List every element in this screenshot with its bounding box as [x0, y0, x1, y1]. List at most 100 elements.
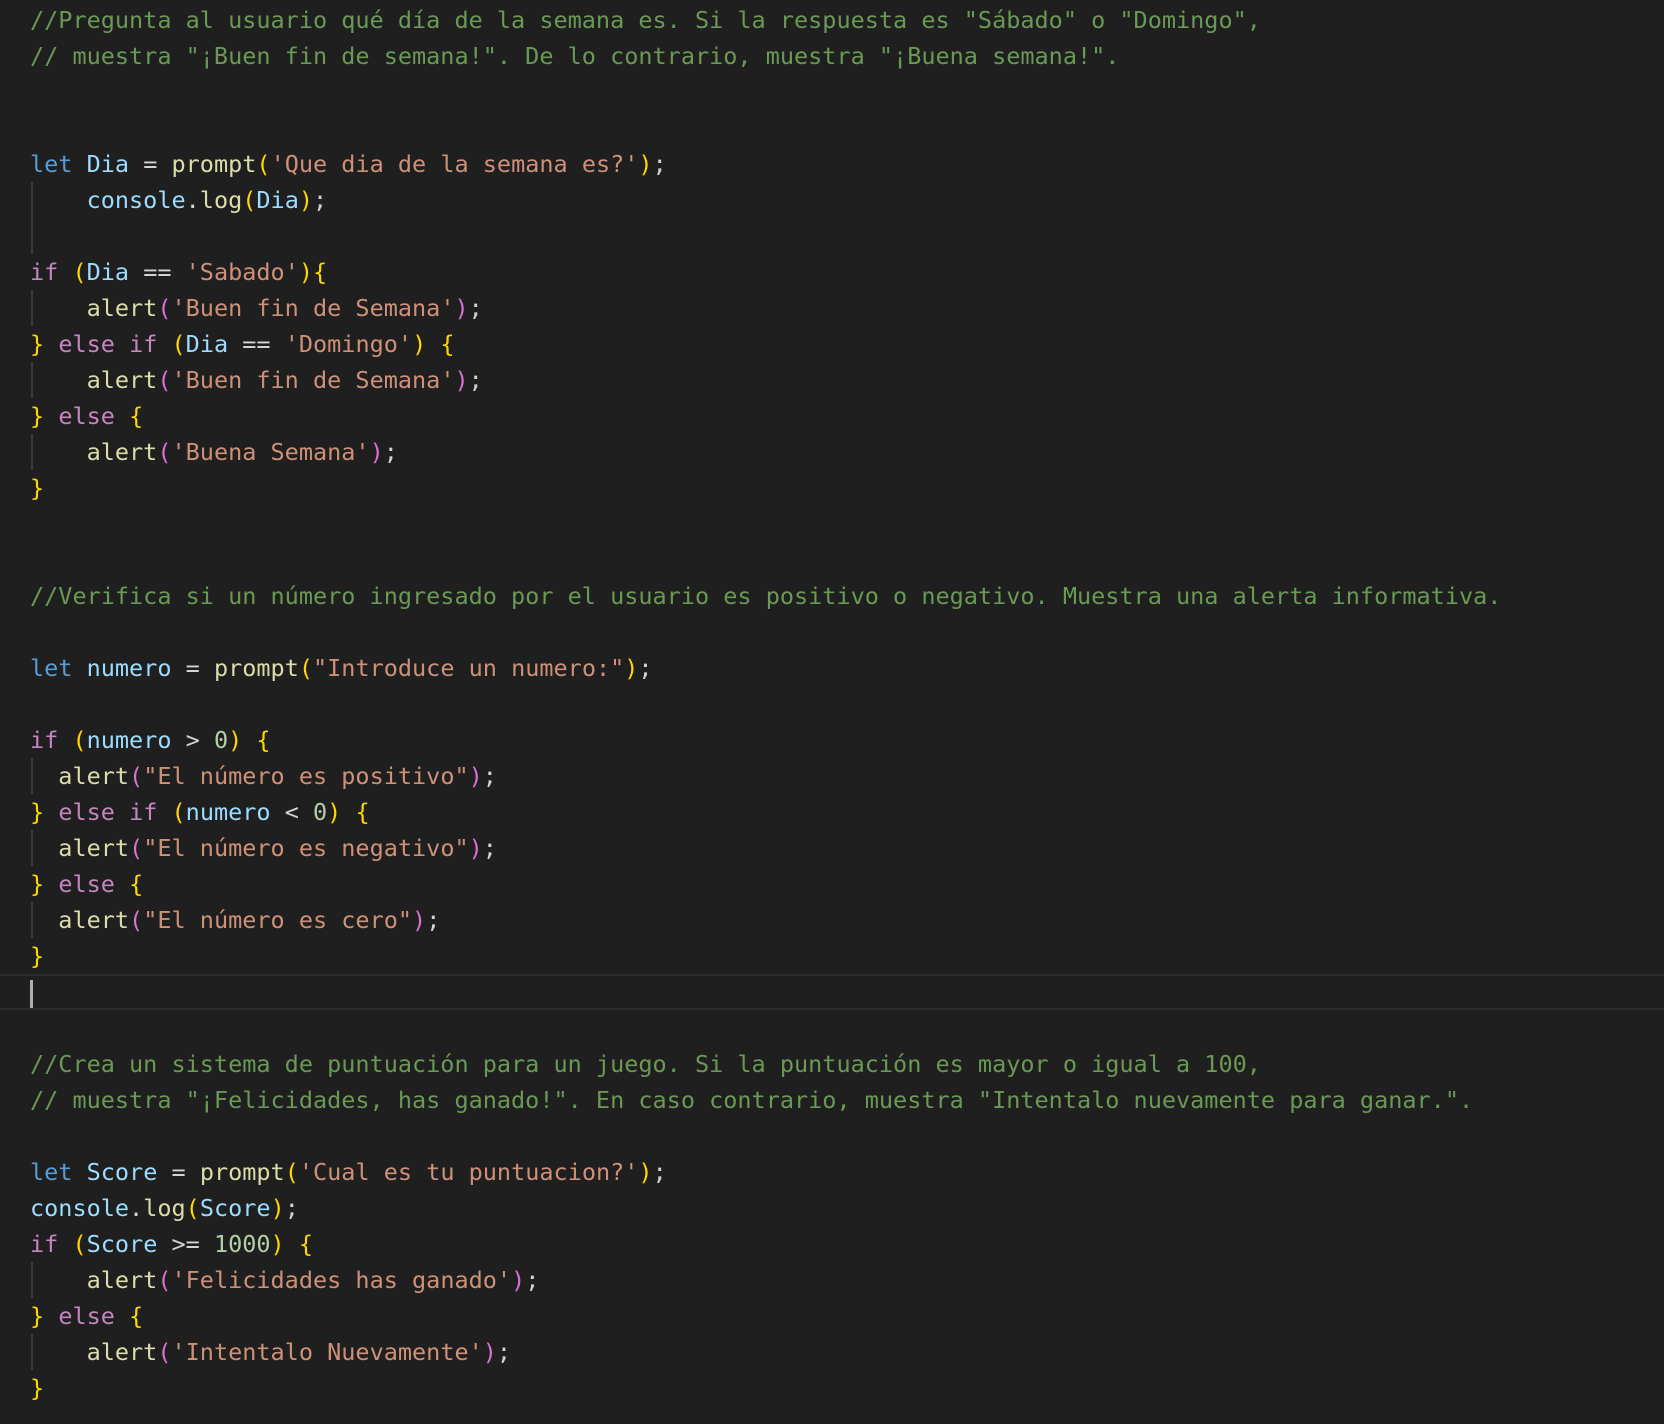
code-line[interactable]: } else if (numero < 0) {	[0, 794, 1664, 830]
code-token: alert	[86, 366, 158, 394]
code-line[interactable]	[0, 614, 1664, 650]
code-token: {	[298, 1230, 314, 1258]
code-line[interactable]: } else {	[0, 1298, 1664, 1334]
code-line[interactable]: console.log(Dia);	[0, 182, 1664, 218]
code-token: (	[72, 258, 87, 286]
code-line[interactable]	[0, 1010, 1664, 1046]
code-line[interactable]: console.log(Score);	[0, 1190, 1664, 1226]
code-token: Score	[199, 1194, 271, 1222]
code-token: ;	[638, 654, 653, 682]
code-line[interactable]: }	[0, 1370, 1664, 1406]
code-token: (	[298, 654, 313, 682]
code-token: (	[171, 330, 186, 358]
code-line[interactable]: alert("El número es negativo");	[0, 830, 1664, 866]
code-line[interactable]: if (Score >= 1000) {	[0, 1226, 1664, 1262]
code-line[interactable]: //Crea un sistema de puntuación para un …	[0, 1046, 1664, 1082]
code-token: else	[58, 330, 115, 358]
code-token: "El número es cero"	[143, 906, 413, 934]
code-line[interactable]: // muestra "¡Felicidades, has ganado!". …	[0, 1082, 1664, 1118]
code-token: (	[129, 906, 144, 934]
code-token: 0	[313, 798, 328, 826]
code-line[interactable]	[0, 1118, 1664, 1154]
code-token: if	[30, 258, 59, 286]
code-line[interactable]: } else if (Dia == 'Domingo') {	[0, 326, 1664, 362]
code-line[interactable]	[0, 110, 1664, 146]
code-token: }	[30, 402, 45, 430]
code-line[interactable]: alert('Buen fin de Semana');	[0, 362, 1664, 398]
code-token: (	[171, 798, 186, 826]
code-token: log	[143, 1194, 186, 1222]
code-editor[interactable]: //Pregunta al usuario qué día de la sema…	[0, 0, 1664, 1424]
code-token: }	[30, 330, 45, 358]
code-line[interactable]	[0, 218, 1664, 254]
code-token: // muestra "¡Buen fin de semana!". De lo…	[30, 42, 1120, 70]
code-line[interactable]: if (numero > 0) {	[0, 722, 1664, 758]
code-token: )	[638, 150, 653, 178]
code-token: numero	[86, 654, 172, 682]
code-line[interactable]: alert('Felicidades has ganado');	[0, 1262, 1664, 1298]
code-line[interactable]: alert("El número es positivo");	[0, 758, 1664, 794]
text-cursor	[30, 980, 33, 1008]
code-token: )	[454, 366, 469, 394]
code-token: prompt	[199, 1158, 285, 1186]
code-line[interactable]: alert("El número es cero");	[0, 902, 1664, 938]
code-token: alert	[86, 1266, 158, 1294]
code-token: ;	[496, 1338, 512, 1366]
code-token: }	[30, 798, 45, 826]
code-token: {	[313, 258, 328, 286]
code-token: 0	[213, 726, 229, 754]
code-line[interactable]: }	[0, 938, 1664, 974]
code-token: alert	[58, 906, 130, 934]
indent-guide	[31, 290, 33, 326]
code-token: }	[30, 942, 45, 970]
code-line[interactable]: if (Dia == 'Sabado'){	[0, 254, 1664, 290]
code-line[interactable]	[0, 542, 1664, 578]
code-token: alert	[58, 762, 130, 790]
code-token: )	[624, 654, 639, 682]
code-line[interactable]: //Pregunta al usuario qué día de la sema…	[0, 2, 1664, 38]
code-token: }	[30, 474, 45, 502]
code-token: "Introduce un numero:"	[313, 654, 625, 682]
code-line[interactable]: // muestra "¡Buen fin de semana!". De lo…	[0, 38, 1664, 74]
code-token: )	[468, 834, 483, 862]
code-line[interactable]: }	[0, 470, 1664, 506]
code-token: if	[129, 330, 158, 358]
code-line[interactable]	[0, 506, 1664, 542]
code-line[interactable]: let Dia = prompt('Que dia de la semana e…	[0, 146, 1664, 182]
code-line[interactable]: alert('Intentalo Nuevamente');	[0, 1334, 1664, 1370]
code-token: (	[284, 1158, 299, 1186]
code-line[interactable]	[0, 74, 1664, 110]
code-token: alert	[86, 438, 158, 466]
code-token: Dia	[86, 150, 130, 178]
code-line[interactable]: let Score = prompt('Cual es tu puntuacio…	[0, 1154, 1664, 1190]
code-line[interactable]: alert('Buena Semana');	[0, 434, 1664, 470]
code-token: else	[58, 798, 115, 826]
code-line[interactable]	[0, 974, 1664, 1010]
code-line[interactable]: alert('Buen fin de Semana');	[0, 290, 1664, 326]
code-line[interactable]: } else {	[0, 866, 1664, 902]
code-line[interactable]	[0, 686, 1664, 722]
code-line[interactable]: } else {	[0, 398, 1664, 434]
code-token: prompt	[171, 150, 257, 178]
code-token: "El número es positivo"	[143, 762, 469, 790]
code-line[interactable]: //Verifica si un número ingresado por el…	[0, 578, 1664, 614]
code-line[interactable]: let numero = prompt("Introduce un numero…	[0, 650, 1664, 686]
code-token: numero	[185, 798, 271, 826]
code-token: )	[412, 330, 427, 358]
code-token: >=	[157, 1230, 214, 1258]
code-token: )	[327, 798, 342, 826]
code-token: 1000	[213, 1230, 271, 1258]
code-token: ;	[426, 906, 441, 934]
